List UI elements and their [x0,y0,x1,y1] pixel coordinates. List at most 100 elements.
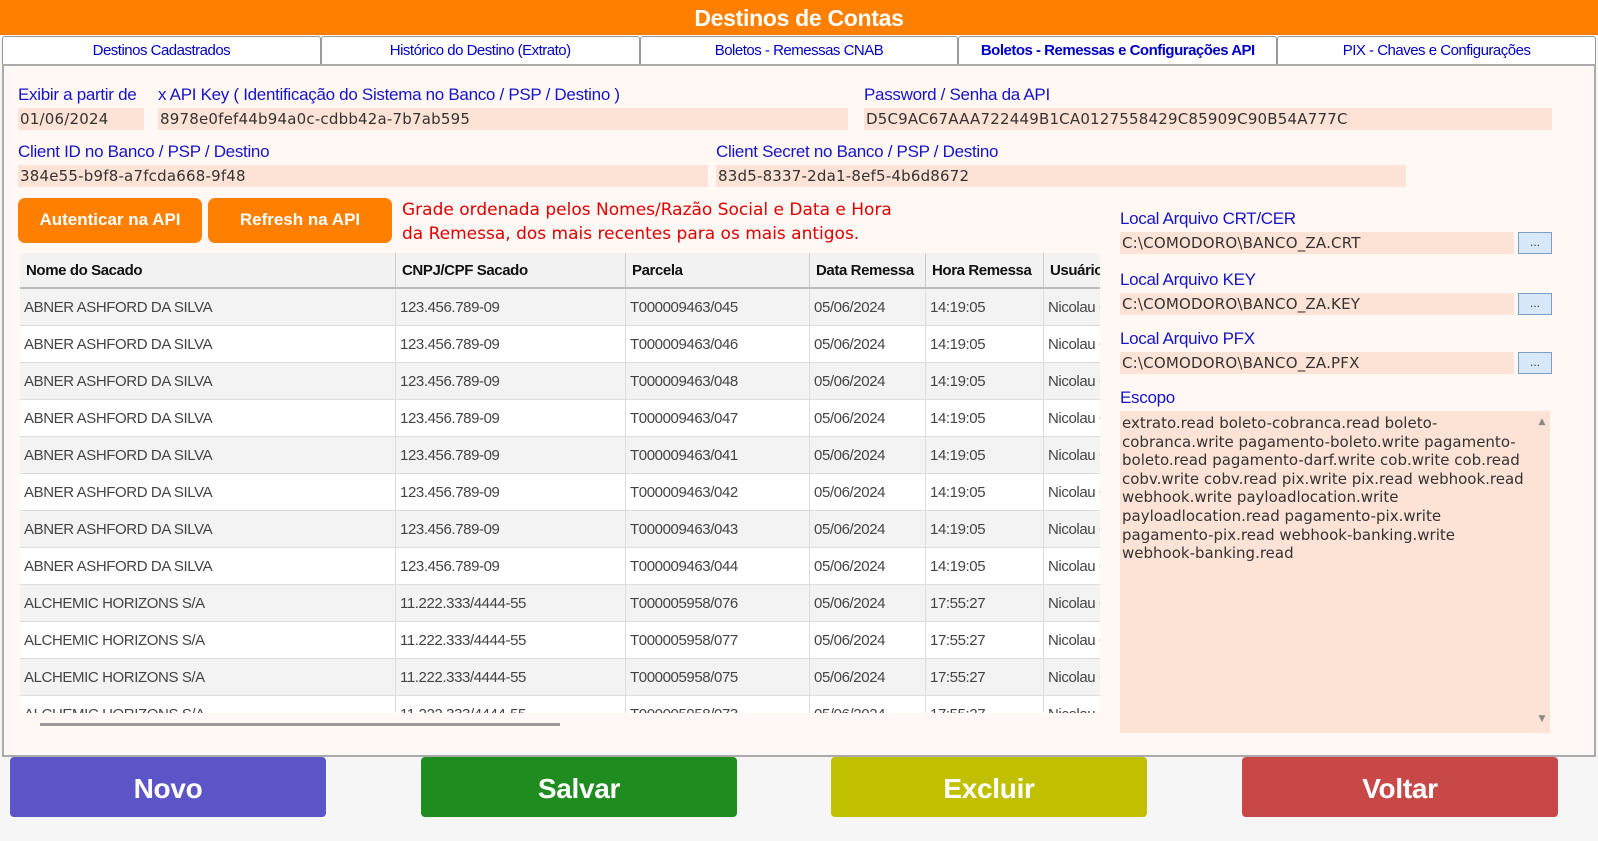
table-row[interactable]: ABNER ASHFORD DA SILVA 123.456.789-09 T000… [20,548,1100,585]
cell-hora-remessa: 14:19:05 [926,474,1044,510]
cell-parcela: T000009463/041 [626,437,810,473]
tab-bar: Destinos Cadastrados Histórico do Destin… [2,36,1596,66]
scroll-up-icon[interactable]: ▲ [1536,413,1548,432]
cell-nome-sacado: ALCHEMIC HORIZONS S/A [20,585,396,621]
cell-usuario: Nicolau C [1048,410,1100,427]
crt-browse-button[interactable]: ... [1518,232,1552,254]
clientid-label: Client ID no Banco / PSP / Destino [18,142,270,161]
cell-usuario: Nicolau C [1048,373,1100,390]
cell-parcela: T000005958/073 [626,696,810,713]
cell-parcela: T000009463/047 [626,400,810,436]
table-row[interactable]: ABNER ASHFORD DA SILVA 123.456.789-09 T000… [20,474,1100,511]
cell-cnpj-cpf: 123.456.789-09 [396,400,626,436]
tab-pix-chaves[interactable]: PIX - Chaves e Configurações [1277,36,1596,64]
table-row[interactable]: ABNER ASHFORD DA SILVA 123.456.789-09 T000… [20,326,1100,363]
cell-parcela: T000005958/075 [626,659,810,695]
clientsecret-label: Client Secret no Banco / PSP / Destino [716,142,999,161]
pfx-path-field[interactable]: C:\COMODORO\BANCO_ZA.PFX [1120,352,1514,374]
cell-nome-sacado: ABNER ASHFORD DA SILVA [20,400,396,436]
tab-destinos-cadastrados[interactable]: Destinos Cadastrados [2,36,321,64]
clientid-field[interactable]: 384e55-b9f8-a7fcda668-9f48 [18,165,708,187]
cell-cnpj-cpf: 123.456.789-09 [396,437,626,473]
password-field[interactable]: D5C9AC67AAA722449B1CA0127558429C85909C90… [864,108,1552,130]
cell-data-remessa: 05/06/2024 [810,400,926,436]
escopo-scrollbar[interactable]: ▲ ▼ [1536,413,1548,729]
grid-header: Nome do Sacado CNPJ/CPF Sacado Parcela D… [20,253,1100,289]
cell-cnpj-cpf: 11.222.333/4444-55 [396,585,626,621]
cell-data-remessa: 05/06/2024 [810,511,926,547]
key-browse-button[interactable]: ... [1518,293,1552,315]
cell-data-remessa: 05/06/2024 [810,326,926,362]
cell-hora-remessa: 17:55:27 [926,622,1044,658]
cell-nome-sacado: ABNER ASHFORD DA SILVA [20,326,396,362]
crt-path-field[interactable]: C:\COMODORO\BANCO_ZA.CRT [1120,232,1514,254]
col-parcela[interactable]: Parcela [626,253,810,287]
grid-horizontal-scrollbar[interactable] [40,723,560,726]
cell-cnpj-cpf: 123.456.789-09 [396,474,626,510]
table-row[interactable]: ABNER ASHFORD DA SILVA 123.456.789-09 T000… [20,437,1100,474]
cell-data-remessa: 05/06/2024 [810,289,926,325]
cell-parcela: T000009463/044 [626,548,810,584]
cell-parcela: T000009463/043 [626,511,810,547]
autenticar-api-button[interactable]: Autenticar na API [18,198,202,243]
cell-hora-remessa: 14:19:05 [926,548,1044,584]
cell-nome-sacado: ALCHEMIC HORIZONS S/A [20,622,396,658]
apikey-label: x API Key ( Identificação do Sistema no … [158,85,620,104]
table-row[interactable]: ABNER ASHFORD DA SILVA 123.456.789-09 T000… [20,511,1100,548]
tab-content-panel: Exibir a partir de 01/06/2024 x API Key … [2,64,1596,757]
key-path-field[interactable]: C:\COMODORO\BANCO_ZA.KEY [1120,293,1514,315]
col-data-remessa[interactable]: Data Remessa [810,253,926,287]
pfx-browse-button[interactable]: ... [1518,352,1552,374]
col-nome-sacado[interactable]: Nome do Sacado [20,253,396,287]
scroll-down-icon[interactable]: ▼ [1536,710,1548,729]
table-row[interactable]: ABNER ASHFORD DA SILVA 123.456.789-09 T000… [20,400,1100,437]
clientsecret-field[interactable]: 83d5-8337-2da1-8ef5-4b6d8672 [716,165,1406,187]
cell-data-remessa: 05/06/2024 [810,585,926,621]
exibir-date-field[interactable]: 01/06/2024 [18,108,144,130]
cell-usuario: Nicolau C [1048,521,1100,538]
cell-cnpj-cpf: 123.456.789-09 [396,289,626,325]
cell-parcela: T000005958/077 [626,622,810,658]
cell-hora-remessa: 14:19:05 [926,289,1044,325]
cell-cnpj-cpf: 123.456.789-09 [396,511,626,547]
escopo-textarea[interactable]: extrato.read boleto-cobranca.read boleto… [1120,411,1550,733]
col-cnpj-cpf[interactable]: CNPJ/CPF Sacado [396,253,626,287]
cell-usuario: Nicolau C [1048,484,1100,501]
cell-cnpj-cpf: 123.456.789-09 [396,363,626,399]
cell-nome-sacado: ALCHEMIC HORIZONS S/A [20,696,396,713]
novo-button[interactable]: Novo [10,757,326,817]
tab-historico-destino[interactable]: Histórico do Destino (Extrato) [320,36,640,64]
cell-nome-sacado: ABNER ASHFORD DA SILVA [20,363,396,399]
table-row[interactable]: ABNER ASHFORD DA SILVA 123.456.789-09 T000… [20,363,1100,400]
key-label: Local Arquivo KEY [1120,270,1256,289]
excluir-button[interactable]: Excluir [831,757,1147,817]
table-row[interactable]: ALCHEMIC HORIZONS S/A11.222.333/4444-55T… [20,622,1100,659]
col-hora-remessa[interactable]: Hora Remessa [926,253,1044,287]
table-row[interactable]: ALCHEMIC HORIZONS S/A11.222.333/4444-55T… [20,696,1100,713]
table-row[interactable]: ALCHEMIC HORIZONS S/A11.222.333/4444-55T… [20,659,1100,696]
cell-usuario: Nicolau C [1048,336,1100,353]
voltar-button[interactable]: Voltar [1242,757,1558,817]
apikey-field[interactable]: 8978e0fef44b94a0c-cdbb42a-7b7ab595 [158,108,848,130]
cell-cnpj-cpf: 11.222.333/4444-55 [396,659,626,695]
cell-data-remessa: 05/06/2024 [810,548,926,584]
tab-boletos-api[interactable]: Boletos - Remessas e Configurações API [958,36,1278,66]
col-usuario[interactable]: Usuário [1044,253,1100,287]
exibir-label: Exibir a partir de [18,85,137,104]
salvar-button[interactable]: Salvar [421,757,737,817]
table-row[interactable]: ABNER ASHFORD DA SILVA 123.456.789-09 T000… [20,289,1100,326]
remessas-grid[interactable]: Nome do Sacado CNPJ/CPF Sacado Parcela D… [20,253,1100,713]
cell-parcela: T000009463/048 [626,363,810,399]
cell-usuario: Nicolau C [1048,447,1100,464]
cell-hora-remessa: 17:55:27 [926,585,1044,621]
cell-nome-sacado: ABNER ASHFORD DA SILVA [20,474,396,510]
crt-label: Local Arquivo CRT/CER [1120,209,1296,228]
table-row[interactable]: ALCHEMIC HORIZONS S/A11.222.333/4444-55T… [20,585,1100,622]
tab-boletos-cnab[interactable]: Boletos - Remessas CNAB [639,36,959,64]
cell-nome-sacado: ABNER ASHFORD DA SILVA [20,548,396,584]
cell-hora-remessa: 17:55:27 [926,696,1044,713]
refresh-api-button[interactable]: Refresh na API [208,198,392,243]
cell-hora-remessa: 14:19:05 [926,511,1044,547]
cell-hora-remessa: 14:19:05 [926,437,1044,473]
cell-usuario: Nicolau C [1048,558,1100,575]
